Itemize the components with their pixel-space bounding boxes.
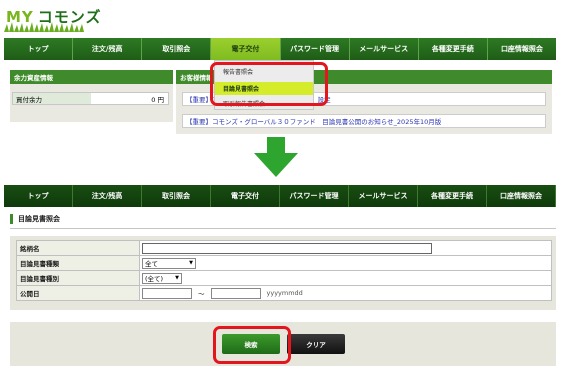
grass-logo-icon — [4, 22, 84, 32]
nav-e-delivery[interactable]: 電子交付 — [211, 185, 280, 207]
buying-power-label: 買付余力 — [13, 93, 91, 104]
nav-orders[interactable]: 注文/残高 — [73, 185, 142, 207]
search-form: 銘柄名 目論見書種類 全て ▼ 目論見書種別 (全て) ▼ 公開日 〜 yyyym… — [16, 240, 552, 301]
page-title: 目論見書照会 — [10, 214, 60, 224]
nav-procedures[interactable]: 各種変更手続 — [418, 185, 487, 207]
nav-mail-service[interactable]: メールサービス — [349, 38, 419, 60]
nav-orders[interactable]: 注文/残高 — [73, 38, 143, 60]
chevron-down-icon: ▼ — [175, 275, 179, 281]
date-from-input[interactable] — [142, 287, 192, 299]
publish-date-label: 公開日 — [16, 285, 140, 301]
nav-top[interactable]: トップ — [4, 38, 74, 60]
clear-button[interactable]: クリア — [287, 334, 345, 354]
news-link[interactable]: 【重要】コモンズ・グローバル３０ファンド 目論見書公開のお知らせ_2025年10… — [182, 114, 546, 128]
balance-panel-title: 余力資産情報 — [10, 70, 173, 84]
divider — [10, 228, 556, 229]
nav-account-info[interactable]: 口座情報照会 — [487, 185, 556, 207]
highlight-box — [213, 326, 291, 364]
doc-kind-select[interactable]: 全て ▼ — [142, 257, 196, 269]
buying-power-row: 買付余力 0 円 — [12, 92, 169, 105]
global-nav-top: トップ 注文/残高 取引照会 電子交付 パスワード管理 メールサービス 各種変更… — [4, 38, 556, 60]
nav-mail-service[interactable]: メールサービス — [349, 185, 418, 207]
global-nav-bottom: トップ 注文/残高 取引照会 電子交付 パスワード管理 メールサービス 各種変更… — [4, 185, 556, 207]
nav-trade-inquiry[interactable]: 取引照会 — [142, 38, 212, 60]
doc-type-value: (全て) — [145, 275, 164, 283]
doc-type-select[interactable]: (全て) ▼ — [142, 272, 182, 284]
buying-power-value: 0 円 — [151, 95, 164, 104]
nav-password[interactable]: パスワード管理 — [280, 38, 350, 60]
date-to-input[interactable] — [210, 287, 261, 299]
date-format-hint: yyyymmdd — [266, 289, 303, 297]
doc-type-label: 目論見書種別 — [16, 270, 140, 286]
down-arrow-icon — [254, 137, 298, 177]
logo[interactable]: MY コモンズ — [4, 4, 154, 34]
nav-procedures[interactable]: 各種変更手続 — [418, 38, 488, 60]
issue-name-input[interactable] — [142, 242, 432, 254]
date-range-tilde: 〜 — [198, 290, 205, 298]
highlight-box — [210, 62, 328, 106]
nav-account-info[interactable]: 口座情報照会 — [487, 38, 556, 60]
nav-e-delivery[interactable]: 電子交付 — [211, 38, 281, 60]
chevron-down-icon: ▼ — [189, 260, 193, 266]
nav-password[interactable]: パスワード管理 — [280, 185, 349, 207]
nav-top[interactable]: トップ — [4, 185, 73, 207]
doc-kind-value: 全て — [145, 260, 158, 268]
issue-name-label: 銘柄名 — [16, 240, 140, 256]
nav-trade-inquiry[interactable]: 取引照会 — [142, 185, 211, 207]
doc-kind-label: 目論見書種類 — [16, 255, 140, 271]
